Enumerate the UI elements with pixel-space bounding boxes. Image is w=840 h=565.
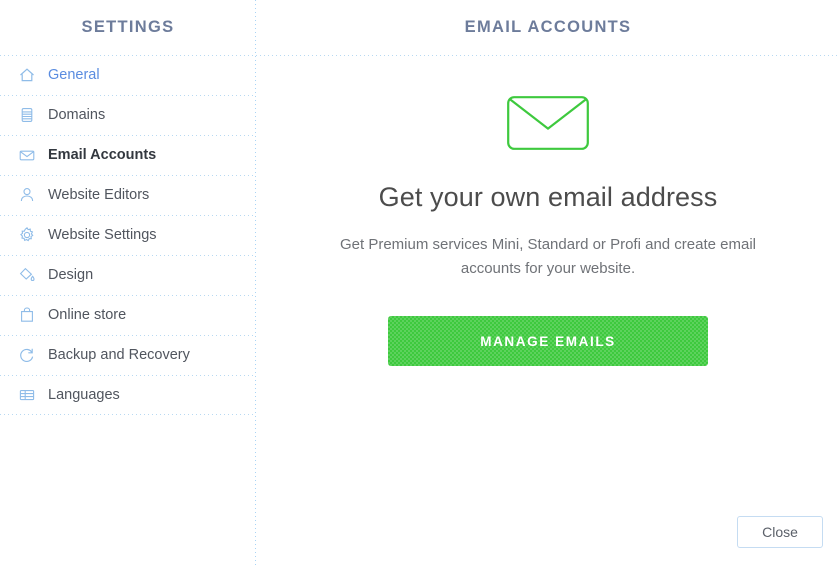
user-icon: [16, 184, 38, 206]
sidebar-menu: General Domains Email Accounts Website E…: [0, 55, 256, 415]
sidebar-item-label: Backup and Recovery: [48, 347, 190, 363]
table-icon: [16, 384, 38, 406]
sidebar-item-languages[interactable]: Languages: [0, 375, 256, 415]
panel-header-divider: [256, 55, 840, 56]
sidebar-item-backup-and-recovery[interactable]: Backup and Recovery: [0, 335, 256, 375]
panel-title: EMAIL ACCOUNTS: [464, 18, 632, 36]
envelope-outline-icon: [507, 96, 589, 150]
refresh-icon: [16, 344, 38, 366]
home-icon: [16, 64, 38, 86]
empty-state-heading: Get your own email address: [378, 182, 718, 212]
empty-state-description: Get Premium services Mini, Standard or P…: [340, 236, 756, 277]
envelope-outline-icon-wrap: [256, 96, 840, 150]
sidebar-item-online-store[interactable]: Online store: [0, 295, 256, 335]
sidebar-item-website-editors[interactable]: Website Editors: [0, 175, 256, 215]
database-icon: [16, 104, 38, 126]
sidebar-item-website-settings[interactable]: Website Settings: [0, 215, 256, 255]
sidebar-item-email-accounts[interactable]: Email Accounts: [0, 135, 256, 175]
sidebar-item-label: Website Settings: [48, 227, 157, 243]
manage-emails-button[interactable]: MANAGE EMAILS: [388, 316, 708, 366]
empty-state: Get your own email address Get Premium s…: [256, 55, 840, 366]
sidebar-title: SETTINGS: [81, 18, 175, 36]
sidebar-item-label: Website Editors: [48, 187, 150, 203]
sidebar-item-label: Design: [48, 267, 94, 283]
sidebar-item-label: Domains: [48, 107, 106, 123]
settings-sidebar: SETTINGS General Domains Email Accounts …: [0, 0, 256, 565]
sidebar-item-label: Languages: [48, 387, 120, 403]
shopping-bag-icon: [16, 304, 38, 326]
paint-bucket-icon: [16, 264, 38, 286]
sidebar-item-domains[interactable]: Domains: [0, 95, 256, 135]
gear-icon: [16, 224, 38, 246]
sidebar-item-general[interactable]: General: [0, 55, 256, 95]
email-accounts-panel: EMAIL ACCOUNTS Get your own email addres…: [256, 0, 840, 565]
sidebar-item-label: General: [48, 67, 100, 83]
sidebar-item-label: Online store: [48, 307, 127, 323]
sidebar-item-label: Email Accounts: [48, 147, 157, 163]
sidebar-item-design[interactable]: Design: [0, 255, 256, 295]
close-button[interactable]: Close: [737, 516, 823, 548]
envelope-icon: [16, 144, 38, 166]
email-accounts-settings-dialog: SETTINGS General Domains Email Accounts …: [0, 0, 840, 565]
